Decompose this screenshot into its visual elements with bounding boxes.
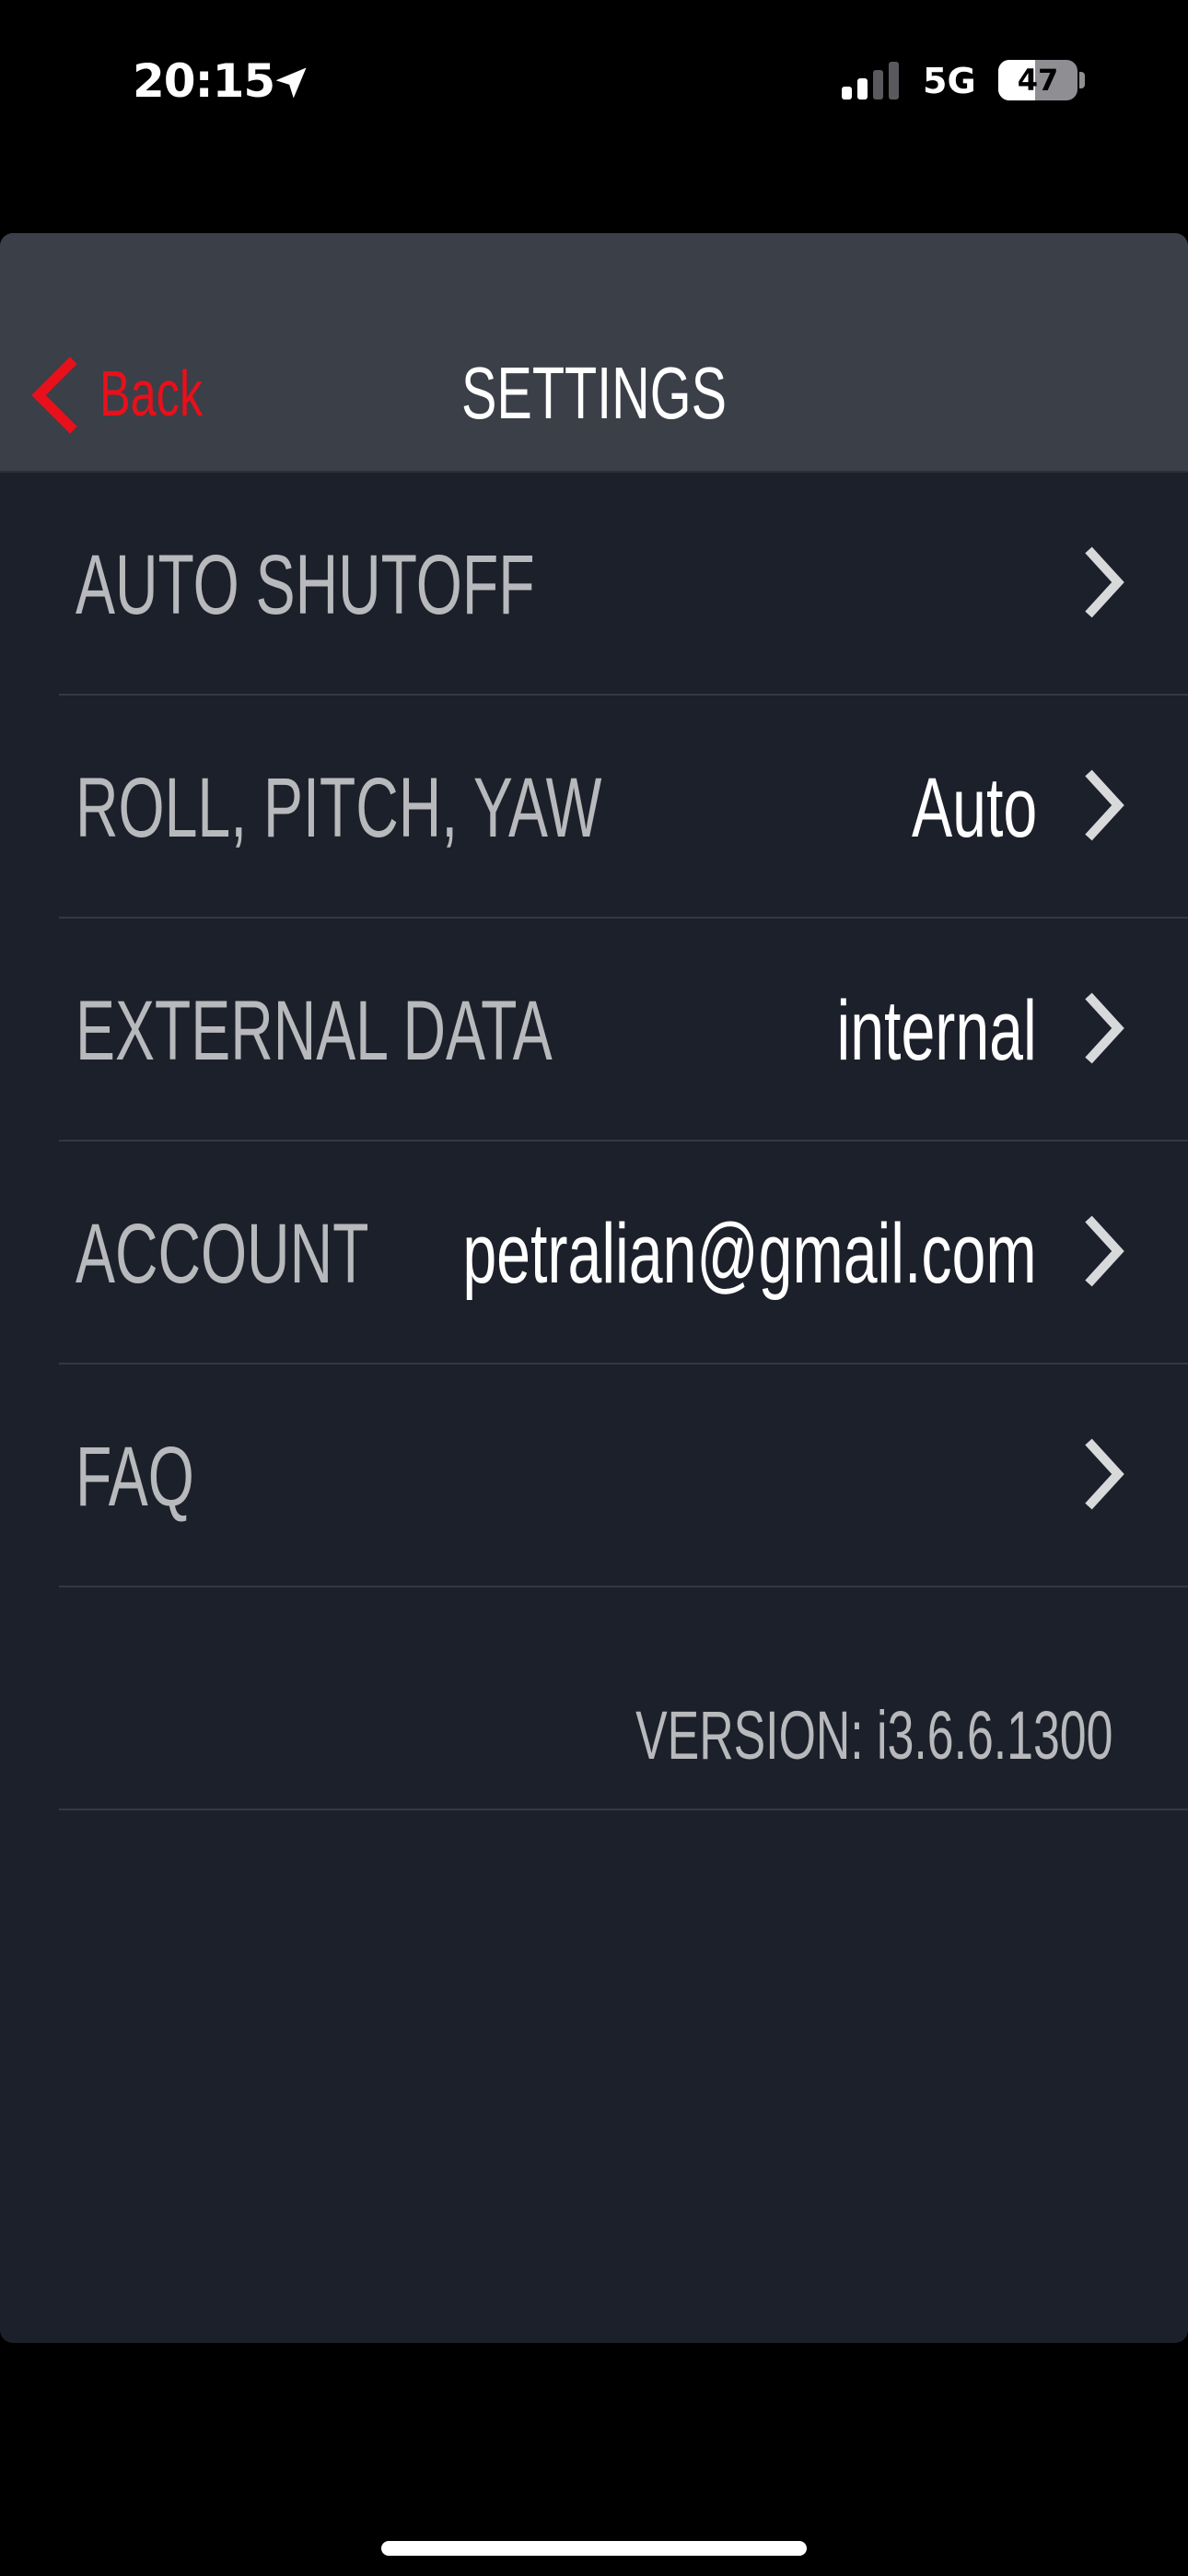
network-type: 5G — [923, 61, 976, 101]
row-value: petralian@gmail.com — [462, 1207, 1037, 1301]
navigation-bar: Back SETTINGS — [0, 233, 1188, 473]
row-label: ACCOUNT — [76, 1207, 369, 1301]
chevron-right-icon — [1085, 546, 1124, 618]
settings-row-faq[interactable]: FAQ — [59, 1364, 1188, 1587]
home-indicator[interactable] — [381, 2541, 807, 2556]
chevron-left-icon — [31, 357, 77, 434]
settings-row-auto-shutoff[interactable]: AUTO SHUTOFF — [59, 473, 1188, 696]
settings-screen: Back SETTINGS AUTO SHUTOFF ROLL, PITCH, … — [0, 233, 1188, 2343]
row-label: FAQ — [76, 1430, 194, 1524]
row-label: ROLL, PITCH, YAW — [76, 761, 602, 855]
page-title: SETTINGS — [460, 352, 728, 434]
row-label: EXTERNAL DATA — [76, 984, 553, 1078]
status-time: 20:15 — [133, 54, 275, 108]
chevron-right-icon — [1085, 992, 1124, 1064]
settings-row-external-data[interactable]: EXTERNAL DATA internal — [59, 919, 1188, 1142]
version-label: VERSION: i3.6.6.1300 — [635, 1697, 1112, 1774]
row-label: AUTO SHUTOFF — [76, 538, 535, 632]
settings-row-roll-pitch-yaw[interactable]: ROLL, PITCH, YAW Auto — [59, 696, 1188, 919]
location-arrow-icon — [275, 67, 307, 99]
row-value: Auto — [911, 761, 1037, 855]
row-value: internal — [836, 984, 1037, 1078]
chevron-right-icon — [1085, 1215, 1124, 1287]
cellular-signal-icon — [842, 62, 899, 100]
settings-list: AUTO SHUTOFF ROLL, PITCH, YAW Auto EXTER… — [0, 473, 1188, 1810]
battery-icon: 47 — [998, 60, 1077, 100]
battery-level: 47 — [1017, 63, 1059, 98]
version-row: VERSION: i3.6.6.1300 — [59, 1587, 1188, 1810]
chevron-right-icon — [1085, 1438, 1124, 1510]
battery-cap — [1079, 72, 1085, 88]
status-bar: 20:15 5G 47 — [0, 0, 1188, 166]
settings-row-account[interactable]: ACCOUNT petralian@gmail.com — [59, 1142, 1188, 1364]
chevron-right-icon — [1085, 769, 1124, 841]
